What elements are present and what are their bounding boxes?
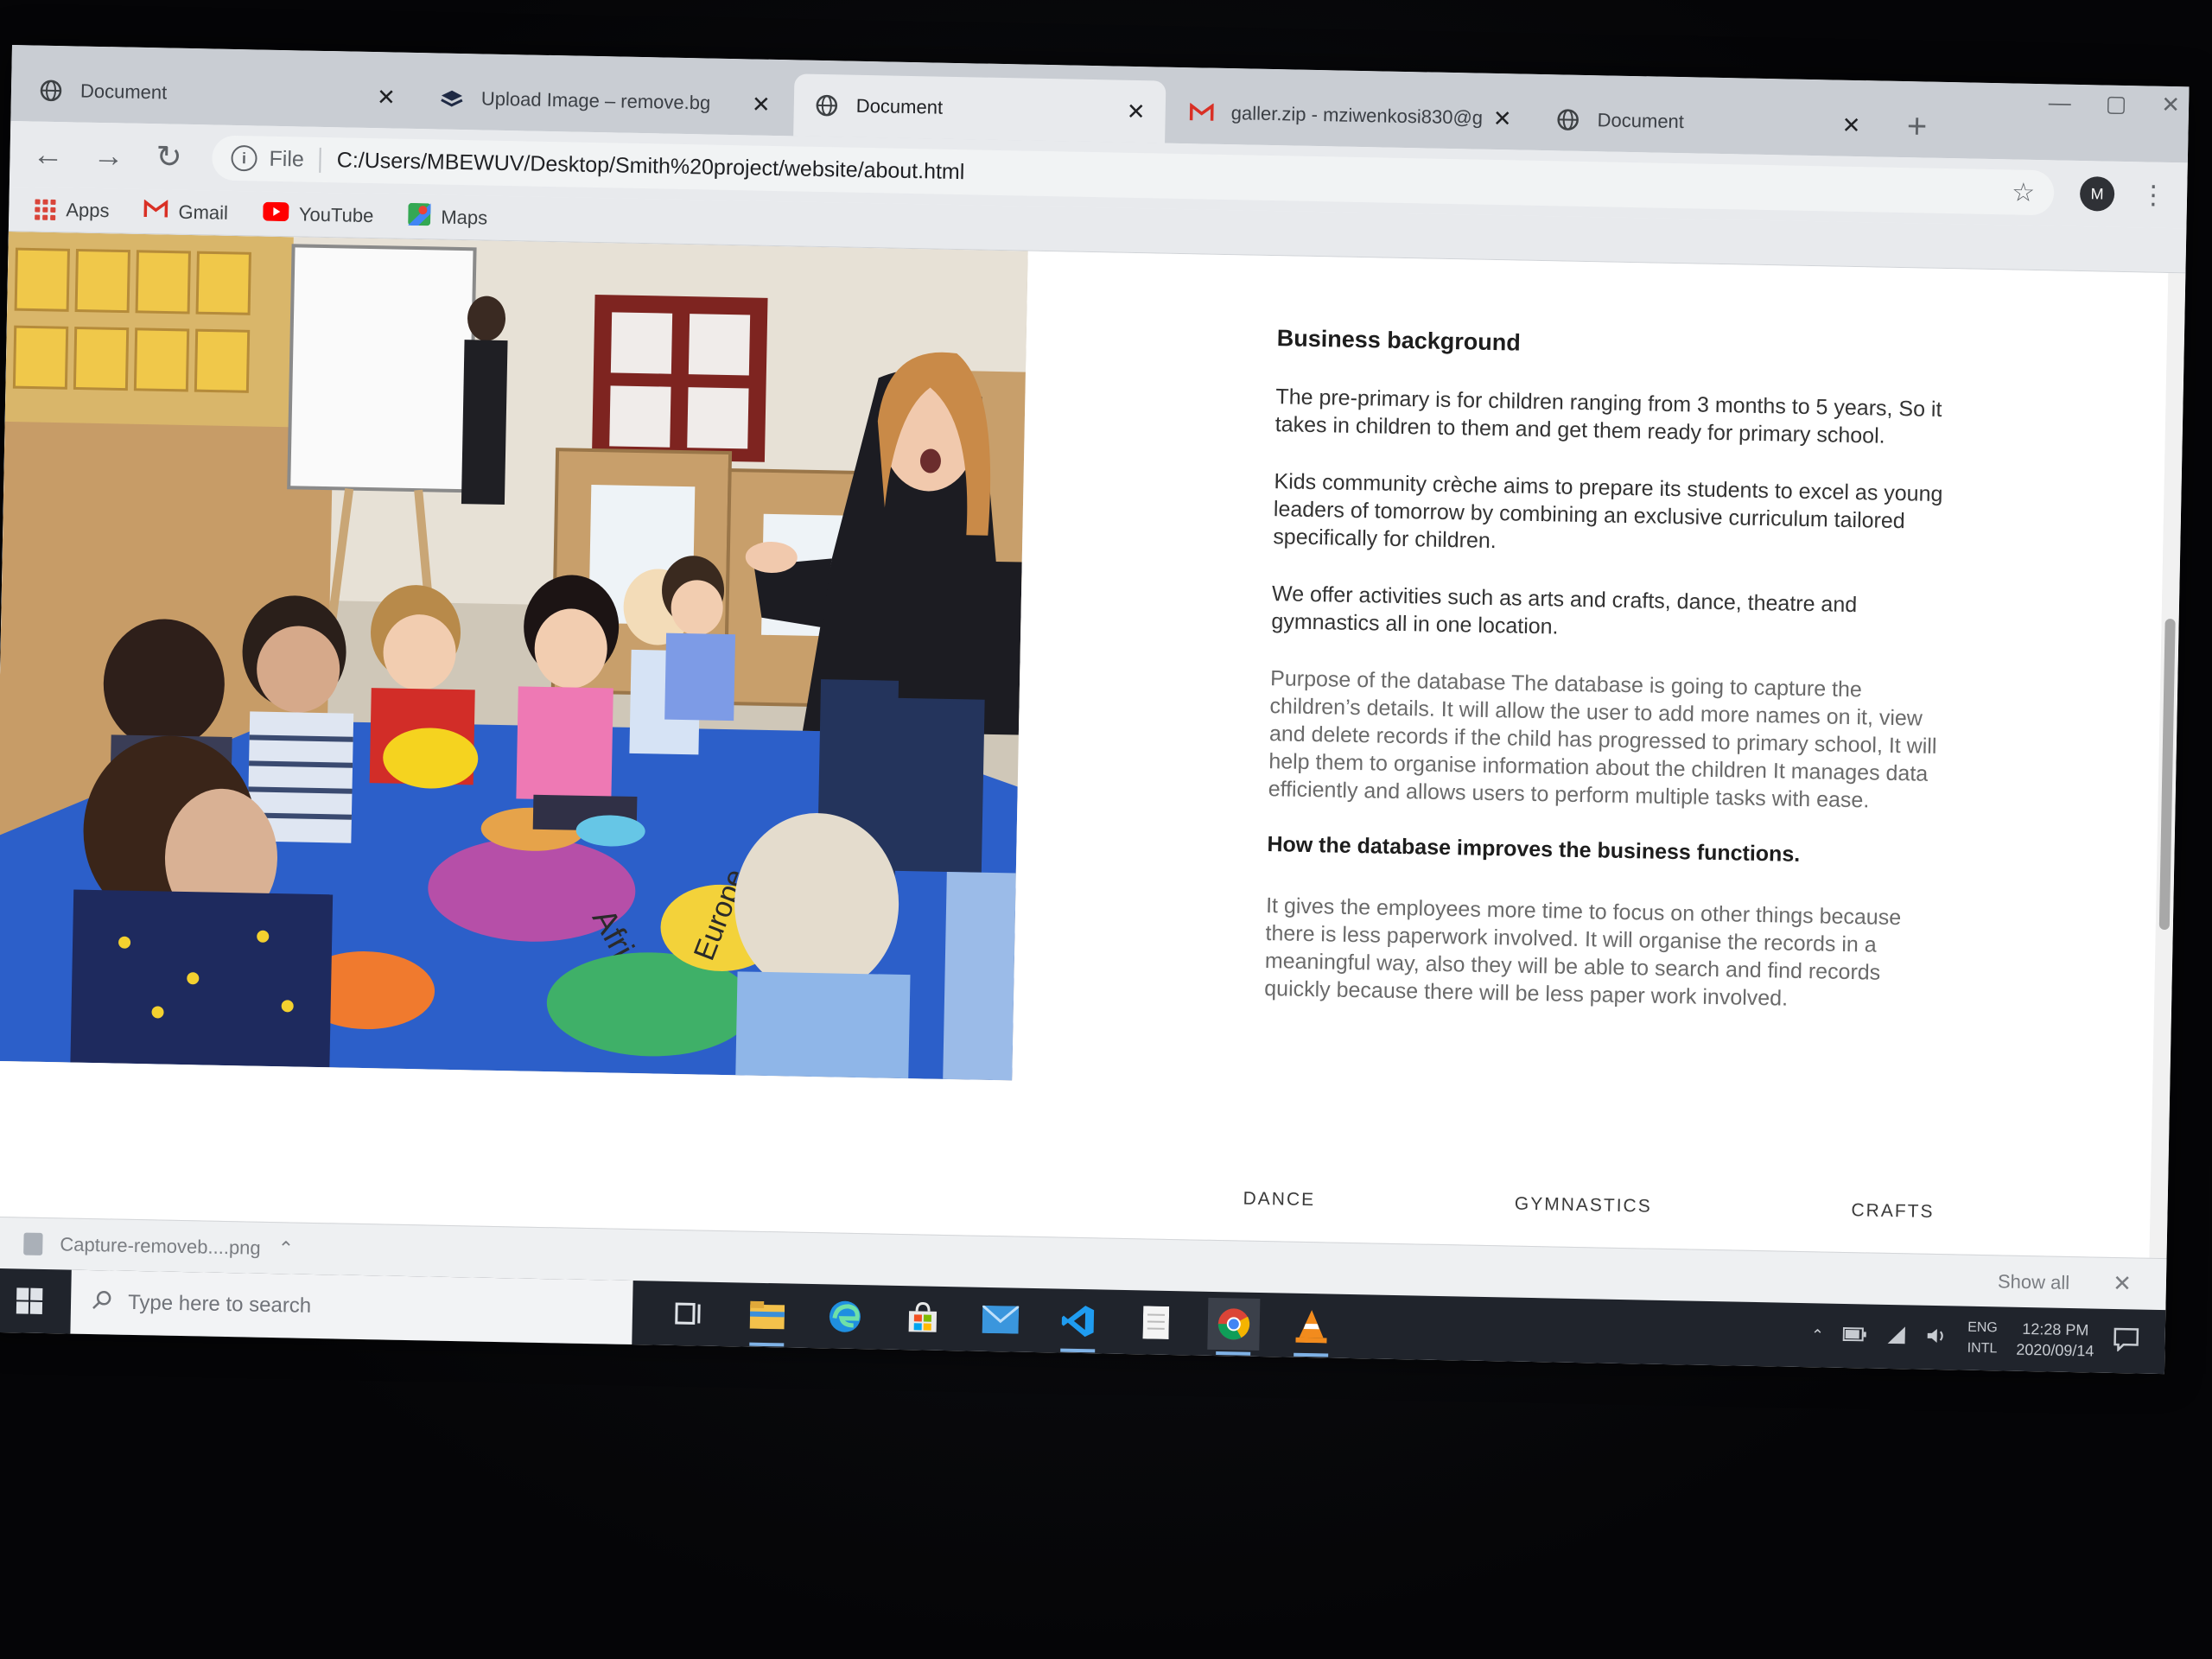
bookmark-label: Gmail [178, 200, 229, 224]
profile-avatar[interactable]: M [2079, 175, 2115, 212]
close-tab-icon[interactable]: ✕ [1839, 111, 1864, 137]
clock[interactable]: 12:28 PM 2020/09/14 [2016, 1319, 2094, 1362]
youtube-icon [262, 201, 289, 226]
paragraph: The pre-primary is for children ranging … [1274, 385, 1942, 448]
bookmark-maps[interactable]: Maps [408, 202, 487, 232]
section-heading: Business background [1276, 325, 1522, 356]
gmail-icon [1189, 100, 1214, 125]
close-tab-icon[interactable]: ✕ [1490, 105, 1515, 130]
menu-icon[interactable]: ⋮ [2140, 180, 2167, 211]
file-explorer-icon[interactable] [741, 1288, 793, 1341]
edge-icon[interactable] [818, 1290, 871, 1343]
vscode-icon[interactable] [1052, 1294, 1104, 1347]
taskbar-apps [663, 1287, 1338, 1352]
window-controls: — ▢ ✕ [2048, 89, 2180, 118]
clock-time: 12:28 PM [2022, 1319, 2089, 1339]
lang-bottom: INTL [1967, 1340, 1998, 1357]
paragraph: It gives the employees more time to focu… [1264, 893, 1902, 1011]
system-tray: ⌃ ENG INTL 12:28 PM 2020/09/14 [1810, 1314, 2165, 1363]
section-subheading: How the database improves the business f… [1267, 832, 1801, 867]
back-icon[interactable]: ← [30, 136, 66, 172]
chevron-up-icon[interactable]: ⌃ [277, 1237, 294, 1260]
close-tab-icon[interactable]: ✕ [374, 84, 399, 110]
volume-icon[interactable] [1926, 1326, 1948, 1348]
remove-bg-icon [440, 86, 465, 111]
apps-grid-icon [35, 199, 56, 220]
paragraph: We offer activities such as arts and cra… [1271, 582, 1858, 639]
vlc-icon[interactable] [1285, 1300, 1338, 1352]
bookmark-star-icon[interactable]: ☆ [2012, 177, 2036, 208]
chrome-icon[interactable] [1207, 1297, 1261, 1351]
clock-date: 2020/09/14 [2016, 1340, 2094, 1360]
wifi-icon[interactable] [1886, 1325, 1907, 1347]
forward-icon[interactable]: → [91, 137, 126, 174]
search-placeholder: Type here to search [127, 1290, 312, 1318]
close-icon[interactable]: ✕ [2113, 1270, 2132, 1297]
file-icon [23, 1232, 43, 1255]
scrollbar-thumb[interactable] [2158, 618, 2176, 931]
close-tab-icon[interactable]: ✕ [1123, 98, 1148, 124]
tab-document-active[interactable]: Document ✕ [793, 73, 1166, 143]
activity-crafts[interactable]: CRAFTS [1851, 1200, 1934, 1223]
activities-nav: DANCE GYMNASTICS CRAFTS [1243, 1189, 1934, 1223]
activity-gymnastics[interactable]: GYMNASTICS [1515, 1194, 1652, 1217]
tab-document-5[interactable]: Document ✕ [1535, 88, 1881, 157]
classroom-photo: Africa Europe [0, 231, 1028, 1081]
paragraph: Purpose of the database The database is … [1268, 666, 1937, 813]
mail-icon[interactable] [974, 1294, 1027, 1346]
maximize-icon[interactable]: ▢ [2105, 91, 2126, 118]
business-article: Business background The pre-primary is f… [1263, 325, 1960, 1045]
tab-title: Document [1597, 109, 1685, 133]
tab-document-1[interactable]: Document ✕ [17, 59, 416, 129]
windows-logo-icon [16, 1287, 43, 1314]
paragraph: Kids community crèche aims to prepare it… [1273, 469, 1943, 554]
download-filename: Capture-removeb....png [60, 1232, 261, 1259]
maps-icon [408, 202, 431, 230]
minimize-icon[interactable]: — [2048, 89, 2071, 116]
address-url[interactable]: C:/Users/MBEWUV/Desktop/Smith%20project/… [337, 148, 2012, 205]
download-item[interactable]: Capture-removeb....png ⌃ [23, 1232, 294, 1260]
battery-icon[interactable] [1842, 1326, 1867, 1345]
tab-title: Document [79, 79, 168, 104]
close-window-icon[interactable]: ✕ [2161, 92, 2180, 118]
activity-dance[interactable]: DANCE [1243, 1189, 1315, 1211]
page-viewport: Africa Europe Business background The pr… [0, 231, 2169, 1258]
chevron-up-icon[interactable]: ⌃ [1811, 1326, 1824, 1344]
tab-title: galler.zip - mziwenkosi830@g [1230, 102, 1484, 129]
bookmark-gmail[interactable]: Gmail [143, 198, 229, 225]
globe-icon [1555, 107, 1580, 132]
tab-gmail[interactable]: galler.zip - mziwenkosi830@g ✕ [1168, 81, 1532, 150]
notifications-icon[interactable] [2113, 1326, 2139, 1356]
tab-remove-bg[interactable]: Upload Image – remove.bg ✕ [418, 67, 791, 136]
address-scheme: File [269, 146, 322, 173]
show-all-link[interactable]: Show all [1998, 1270, 2070, 1294]
close-tab-icon[interactable]: ✕ [749, 91, 774, 117]
tab-title: Upload Image – remove.bg [480, 87, 711, 114]
bookmark-label: Maps [441, 206, 488, 229]
taskbar-search[interactable]: Type here to search [70, 1269, 633, 1345]
bookmark-label: YouTube [298, 202, 374, 226]
tab-title: Document [855, 94, 944, 118]
lang-top: ENG [1967, 1319, 1998, 1336]
reload-icon[interactable]: ↻ [151, 138, 187, 175]
start-button[interactable] [0, 1268, 72, 1334]
notepad-icon[interactable] [1129, 1296, 1182, 1349]
gmail-icon [143, 198, 168, 224]
screen: Document ✕ Upload Image – remove.bg ✕ Do… [0, 45, 2190, 1375]
globe-icon [815, 93, 840, 118]
info-icon[interactable]: i [231, 144, 257, 172]
store-icon[interactable] [896, 1292, 949, 1344]
bookmark-apps[interactable]: Apps [35, 198, 110, 222]
search-icon [92, 1289, 113, 1316]
globe-icon [39, 79, 64, 104]
new-tab-button[interactable]: + [1891, 100, 1943, 153]
input-language[interactable]: ENG INTL [1967, 1318, 1998, 1360]
bookmark-label: Apps [66, 198, 110, 221]
task-view-icon[interactable] [663, 1287, 715, 1340]
bookmark-youtube[interactable]: YouTube [262, 201, 374, 227]
